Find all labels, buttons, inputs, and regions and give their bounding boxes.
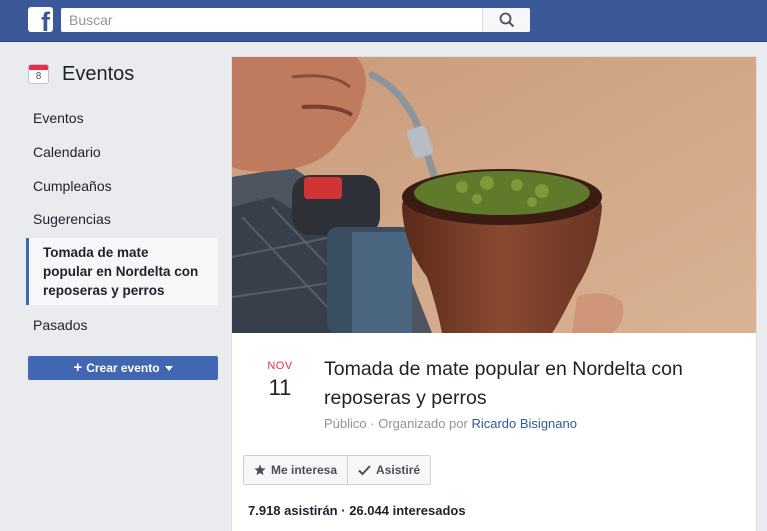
event-date-month: NOV bbox=[267, 360, 293, 372]
organizer-link[interactable]: Ricardo Bisignano bbox=[471, 416, 577, 431]
checkmark-icon bbox=[358, 465, 371, 476]
rsvp-button-group: Me interesa Asistiré bbox=[243, 455, 432, 485]
interested-label: Me interesa bbox=[271, 463, 338, 477]
event-title-line: Tomada de mate popular en Nordelta con bbox=[324, 358, 683, 380]
create-event-label: Crear evento bbox=[86, 361, 160, 375]
calendar-icon-day: 8 bbox=[35, 71, 42, 82]
event-title-line: reposeras y perros bbox=[324, 387, 487, 409]
search-box[interactable] bbox=[61, 8, 530, 32]
search-input[interactable] bbox=[61, 8, 481, 32]
event-visibility: Público bbox=[324, 416, 367, 431]
going-button[interactable]: Asistiré bbox=[347, 456, 430, 484]
mate-photo-image bbox=[232, 57, 756, 333]
going-label: Asistiré bbox=[376, 463, 421, 477]
event-title: Tomada de mate popular en Nordelta con r… bbox=[324, 355, 744, 413]
sidebar-item-cumpleanos[interactable]: Cumpleaños bbox=[33, 177, 112, 195]
organized-by-label: Organizado por bbox=[378, 416, 468, 431]
event-date-day: 11 bbox=[268, 375, 292, 400]
sidebar-title: Eventos bbox=[62, 63, 135, 85]
event-card: NOV 11 Tomada de mate popular en Nordelt… bbox=[231, 56, 757, 531]
sidebar-item-eventos[interactable]: Eventos bbox=[33, 109, 84, 127]
interested-count: 26.044 interesados bbox=[349, 503, 466, 518]
interested-button[interactable]: Me interesa bbox=[244, 456, 347, 484]
create-event-button[interactable]: + Crear evento bbox=[28, 356, 218, 380]
top-bar: f bbox=[0, 0, 767, 42]
logo-letter: f bbox=[41, 7, 50, 33]
sidebar-item-current-event[interactable]: Tomada de mate popular en Nordelta con r… bbox=[26, 238, 218, 305]
sidebar-active-line: popular en Nordelta con bbox=[43, 264, 199, 279]
sidebar-active-line: Tomada de mate bbox=[43, 245, 149, 260]
going-count: 7.918 asistirán bbox=[248, 503, 338, 518]
sidebar-active-line: reposeras y perros bbox=[43, 283, 165, 298]
sidebar-item-pasados[interactable]: Pasados bbox=[33, 316, 87, 334]
event-meta: Público · Organizado por Ricardo Bisigna… bbox=[324, 416, 577, 431]
sidebar-item-sugerencias[interactable]: Sugerencias bbox=[33, 210, 111, 228]
search-icon bbox=[499, 12, 515, 28]
star-icon bbox=[254, 464, 266, 476]
event-stats: 7.918 asistirán · 26.044 interesados bbox=[248, 503, 466, 518]
calendar-icon: 8 bbox=[28, 64, 49, 84]
sidebar-item-calendario[interactable]: Calendario bbox=[33, 143, 101, 161]
sidebar-header: 8 Eventos bbox=[28, 62, 228, 86]
event-cover-photo bbox=[232, 57, 756, 333]
facebook-logo-icon[interactable]: f bbox=[28, 7, 53, 32]
stats-separator: · bbox=[341, 503, 350, 518]
search-button[interactable] bbox=[482, 8, 530, 32]
caret-down-icon bbox=[164, 366, 173, 372]
plus-icon: + bbox=[73, 359, 83, 376]
